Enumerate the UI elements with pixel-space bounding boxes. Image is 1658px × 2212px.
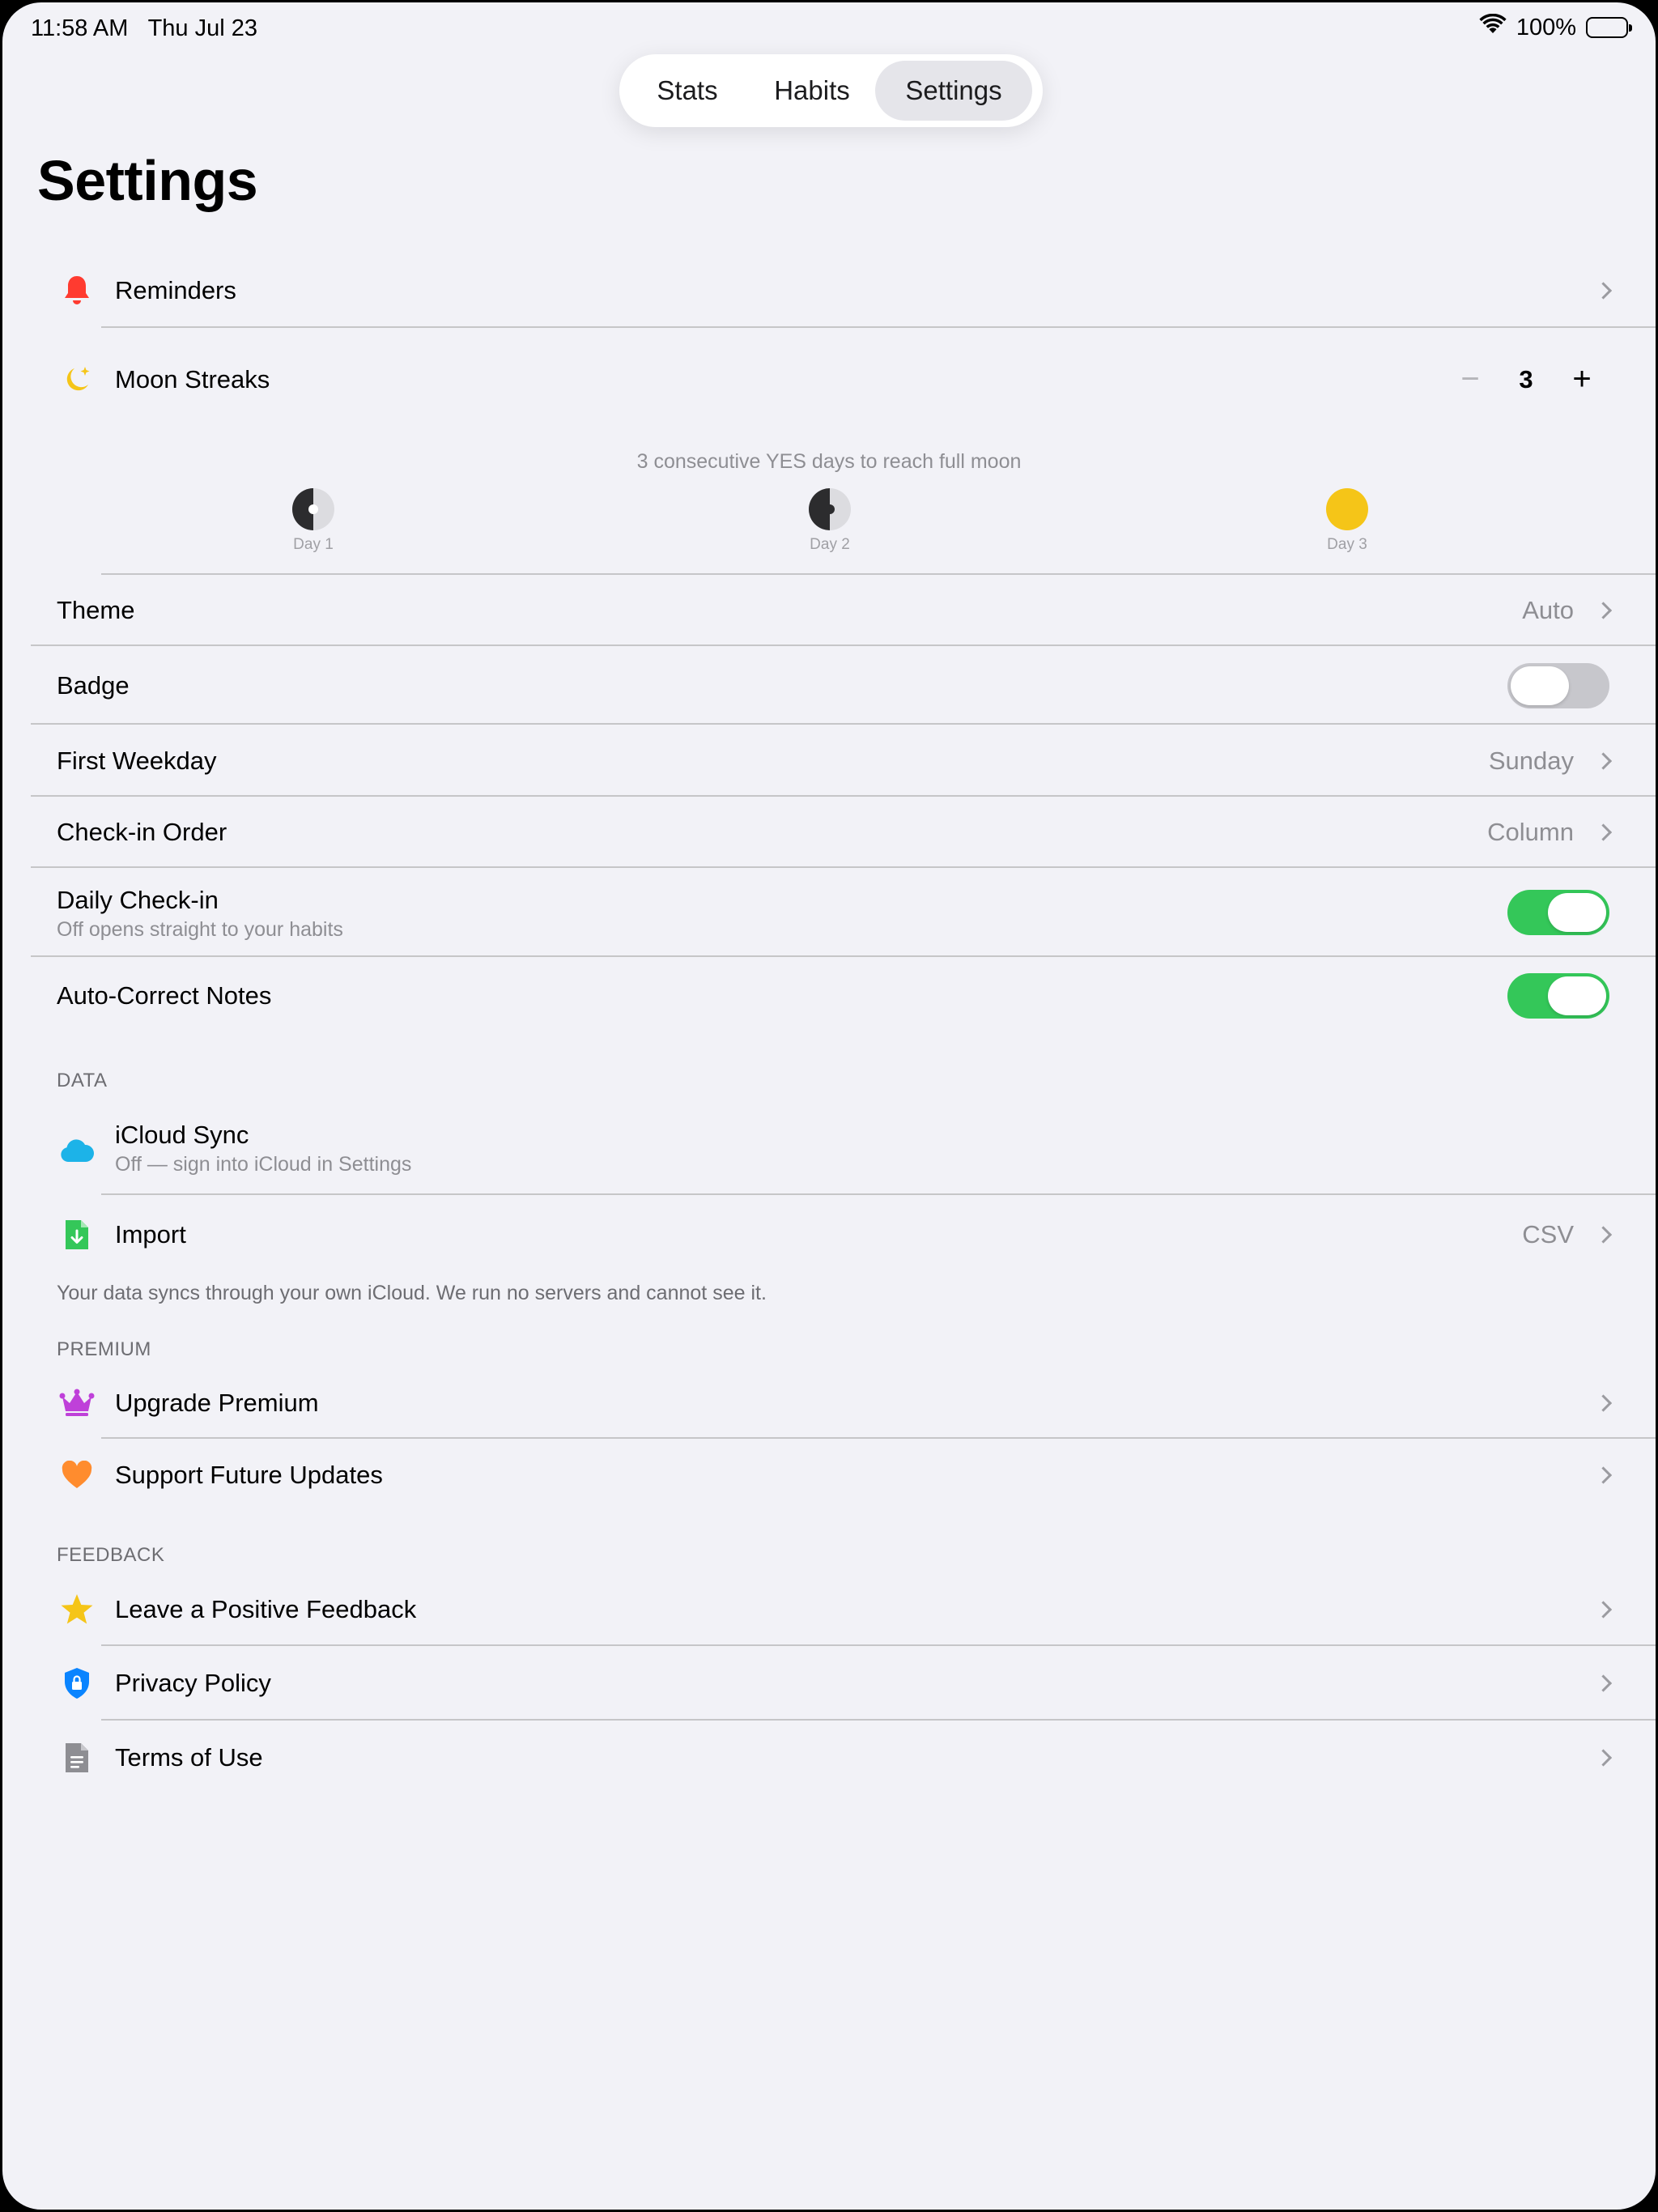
positive-feedback-row[interactable]: Leave a Positive Feedback — [31, 1572, 1656, 1646]
moon-day-label: Day 3 — [1327, 536, 1367, 553]
theme-row[interactable]: Theme Auto — [31, 575, 1656, 646]
terms-of-use-row[interactable]: Terms of Use — [31, 1721, 1632, 1795]
import-document-icon — [59, 1217, 95, 1253]
daily-checkin-toggle[interactable] — [1507, 890, 1609, 935]
moon-phase-half-icon — [808, 487, 852, 531]
data-section-header: DATA — [57, 1070, 108, 1091]
checkin-order-row[interactable]: Check-in Order Column — [31, 797, 1656, 868]
settings-screen: 11:58 AM Thu Jul 23 100% Stats Habits Se… — [2, 2, 1656, 2210]
checkin-order-label: Check-in Order — [57, 818, 227, 846]
crown-icon — [59, 1385, 95, 1421]
icloud-sync-subtitle: Off — sign into iCloud in Settings — [115, 1153, 412, 1176]
moon-day-label: Day 1 — [293, 536, 334, 553]
autocorrect-label: Auto-Correct Notes — [57, 981, 272, 1010]
autocorrect-row: Auto-Correct Notes — [31, 957, 1632, 1035]
bell-icon — [59, 273, 95, 308]
document-icon — [59, 1740, 95, 1776]
theme-value: Auto — [1522, 596, 1574, 624]
icloud-sync-label: iCloud Sync — [115, 1121, 249, 1149]
chevron-right-icon — [1594, 751, 1613, 770]
chevron-right-icon — [1594, 1674, 1613, 1692]
upgrade-premium-label: Upgrade Premium — [115, 1388, 319, 1417]
status-time: 11:58 AM — [31, 15, 129, 41]
preferences-group: Theme Auto Badge First Weekday Sunday Ch… — [31, 575, 1656, 1036]
privacy-policy-label: Privacy Policy — [115, 1669, 271, 1697]
moon-stars-icon — [59, 362, 95, 398]
chevron-right-icon — [1594, 1749, 1613, 1767]
tab-bar: Stats Habits Settings — [619, 54, 1043, 127]
premium-section-header: PREMIUM — [57, 1338, 151, 1360]
chevron-right-icon — [1594, 1465, 1613, 1484]
heart-icon — [59, 1457, 95, 1493]
autocorrect-toggle[interactable] — [1507, 973, 1609, 1019]
cloud-icon — [59, 1133, 95, 1168]
status-date: Thu Jul 23 — [147, 15, 257, 41]
status-bar-time: 11:58 AM Thu Jul 23 — [31, 15, 257, 42]
moon-streaks-label: Moon Streaks — [115, 364, 270, 393]
data-group: iCloud Sync Off — sign into iCloud in Se… — [31, 1106, 1656, 1274]
support-updates-row[interactable]: Support Future Updates — [31, 1439, 1632, 1511]
battery-percent: 100% — [1516, 14, 1576, 40]
status-bar-right: 100% — [1479, 13, 1632, 41]
badge-toggle[interactable] — [1507, 662, 1609, 708]
chevron-right-icon — [1594, 1226, 1613, 1244]
badge-row: Badge — [31, 646, 1656, 725]
battery-icon — [1586, 17, 1632, 38]
first-weekday-row[interactable]: First Weekday Sunday — [31, 725, 1656, 797]
daily-checkin-subtitle: Off opens straight to your habits — [57, 918, 343, 941]
moon-phase-full-icon — [1325, 487, 1369, 531]
privacy-policy-row[interactable]: Privacy Policy — [31, 1646, 1656, 1721]
wifi-icon — [1479, 13, 1507, 41]
first-weekday-value: Sunday — [1488, 746, 1574, 775]
import-row[interactable]: Import CSV — [31, 1195, 1632, 1274]
decrement-button[interactable]: − — [1443, 355, 1498, 404]
increment-button[interactable]: + — [1554, 355, 1609, 404]
support-updates-label: Support Future Updates — [115, 1460, 383, 1489]
moon-day-label: Day 2 — [810, 536, 850, 553]
daily-checkin-label: Daily Check-in — [57, 886, 219, 914]
checkin-order-value: Column — [1487, 818, 1574, 846]
first-weekday-label: First Weekday — [57, 746, 217, 775]
import-value: CSV — [1522, 1220, 1574, 1249]
daily-checkin-row: Daily Check-in Off opens straight to you… — [31, 868, 1656, 957]
feedback-section-header: FEEDBACK — [57, 1544, 165, 1566]
feedback-group: Leave a Positive Feedback Privacy Policy — [31, 1572, 1656, 1795]
page-title: Settings — [37, 149, 258, 212]
star-icon — [59, 1592, 95, 1627]
import-label: Import — [115, 1220, 186, 1249]
reminders-label: Reminders — [115, 275, 236, 304]
tab-habits[interactable]: Habits — [749, 61, 875, 121]
chevron-right-icon — [1594, 1600, 1613, 1619]
tab-stats[interactable]: Stats — [626, 61, 749, 121]
chevron-right-icon — [1594, 602, 1613, 619]
chevron-right-icon — [1594, 823, 1613, 841]
data-footnote: Your data syncs through your own iCloud.… — [57, 1282, 767, 1304]
theme-label: Theme — [57, 596, 135, 624]
reminders-row[interactable]: Reminders — [31, 253, 1656, 328]
shield-lock-icon — [59, 1665, 95, 1701]
premium-group: Upgrade Premium Support Future Updates — [31, 1367, 1656, 1511]
icloud-sync-row[interactable]: iCloud Sync Off — sign into iCloud in Se… — [31, 1106, 1656, 1195]
chevron-right-icon — [1594, 281, 1613, 300]
terms-of-use-label: Terms of Use — [115, 1743, 263, 1772]
moon-phase-half-icon — [291, 487, 335, 531]
chevron-right-icon — [1594, 1393, 1613, 1412]
moon-streaks-row: Moon Streaks − 3 + — [31, 328, 1632, 431]
stepper-value: 3 — [1519, 364, 1533, 393]
moon-caption: 3 consecutive YES days to reach full moo… — [636, 450, 1022, 473]
moon-streaks-stepper: − 3 + — [1443, 355, 1609, 404]
badge-label: Badge — [57, 670, 130, 700]
positive-feedback-label: Leave a Positive Feedback — [115, 1594, 417, 1623]
upgrade-premium-row[interactable]: Upgrade Premium — [31, 1367, 1656, 1439]
tab-settings[interactable]: Settings — [875, 61, 1032, 121]
